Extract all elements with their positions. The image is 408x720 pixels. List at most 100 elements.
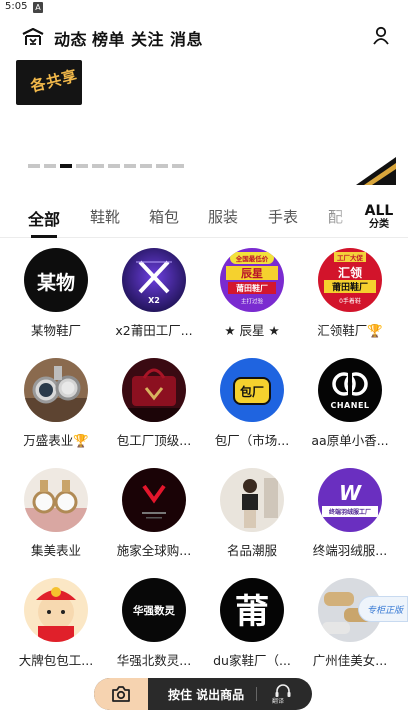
shop-name: 施家全球购... [116,543,192,558]
shop-avatar[interactable] [122,468,186,532]
avatar-text: W [339,481,362,505]
shop-avatar[interactable]: 包厂 [220,358,284,422]
all-categories-sublabel: 分类 [369,219,389,230]
shop-avatar[interactable] [24,578,88,642]
shop-name: 万盛表业🏆 [23,433,89,448]
category-tabs: 全部 鞋靴 箱包 服装 手表 配 ALL 分类 [0,200,408,238]
top-navigation: 动态 榜单 关注 消息 [0,24,408,50]
shop-item[interactable]: 华强数灵 华强北数灵... [104,576,200,676]
category-tab-clothing[interactable]: 服装 [208,206,238,227]
shop-name: 终端羽绒服... [312,543,388,558]
voice-divider [256,687,257,701]
shop-avatar[interactable] [220,468,284,532]
shop-name: 华强北数灵... [116,653,192,668]
avatar-foot-text: 主打过验 [241,297,264,305]
tab-rankings[interactable]: 榜单 [92,26,125,50]
avatar-top-text: 全国最低价 [235,254,269,263]
avatar-text: 华强数灵 [133,604,175,617]
shop-name: 包厂（市场... [214,433,290,448]
shop-item[interactable]: 万盛表业🏆 [6,356,102,456]
shop-name: 集美表业 [30,543,81,558]
carousel-dot[interactable] [108,164,120,168]
category-tab-shoes[interactable]: 鞋靴 [90,206,120,227]
carousel-dot[interactable] [92,164,104,168]
carousel-dot-active[interactable] [60,164,72,168]
category-fade [318,200,358,236]
shop-item[interactable]: 大牌包包工... [6,576,102,676]
shop-avatar[interactable] [24,468,88,532]
shop-item[interactable]: X2 x2莆田工厂... [104,246,200,346]
carousel-dot[interactable] [156,164,168,168]
status-time: 5:05 [5,1,28,12]
shop-item[interactable]: 全国最低价 辰星 莆田鞋厂 主打过验 ★ 辰星 ★ [202,246,298,346]
shop-item[interactable]: 包厂 包厂（市场... [202,356,298,456]
tab-feed[interactable]: 动态 [54,26,87,50]
shop-item[interactable]: CHANEL aa原单小香... [300,356,396,456]
avatar-text: 莆 [235,592,269,632]
shop-item[interactable]: 施家全球购... [104,466,200,566]
shop-avatar[interactable]: 某物 [24,248,88,312]
shop-item[interactable]: 工厂大促 汇领 莆田鞋厂 0手着鞋 汇领鞋厂🏆 [300,246,396,346]
camera-icon [112,686,130,702]
avatar-top-text: 工厂大促 [337,253,364,262]
status-notification-icon: A [33,2,43,13]
shop-item[interactable]: 包工厂顶级... [104,356,200,456]
avatar-sub-text: 终端羽绒服工厂 [328,508,371,516]
shop-avatar[interactable]: CHANEL [318,358,382,422]
shop-item[interactable]: 名品潮服 [202,466,298,566]
carousel-dot[interactable] [140,164,152,168]
shop-item[interactable]: 广州佳美女... [300,576,396,676]
floating-badge[interactable]: 专柜正版 [358,596,408,622]
shop-avatar[interactable]: 工厂大促 汇领 莆田鞋厂 0手着鞋 [318,248,382,312]
avatar-text: X2 [148,296,160,305]
shop-avatar[interactable] [24,358,88,422]
banner-next-slide-image[interactable] [356,157,396,185]
shop-name: 汇领鞋厂🏆 [317,323,383,338]
banner-slide-image[interactable]: 各共享 [16,60,82,105]
all-categories-label: ALL [364,203,394,219]
shop-name: x2莆田工厂... [115,323,193,338]
shop-avatar[interactable]: 全国最低价 辰星 莆田鞋厂 主打过验 [220,248,284,312]
person-icon[interactable] [372,26,390,46]
hold-to-speak-label[interactable]: 按住 说出商品 [168,686,244,703]
avatar-text: 包厂 [239,384,264,399]
status-bar: 5:05 A [0,0,408,16]
shop-item[interactable]: W 终端羽绒服工厂 终端羽绒服... [300,466,396,566]
camera-button[interactable] [94,678,148,710]
avatar-text: 某物 [37,271,75,294]
shop-avatar[interactable]: X2 [122,248,186,312]
shop-name: 广州佳美女... [312,653,388,668]
shop-item[interactable]: 莆 du家鞋厂（... [202,576,298,676]
shop-avatar[interactable]: 莆 [220,578,284,642]
avatar-text: 汇领 [338,265,362,280]
shop-avatar[interactable]: W 终端羽绒服工厂 [318,468,382,532]
category-tab-all[interactable]: 全部 [28,206,60,230]
avatar-text: 辰星 [241,267,263,280]
shop-avatar[interactable] [122,358,186,422]
carousel-dot[interactable] [76,164,88,168]
carousel-dot[interactable] [28,164,40,168]
category-tab-bags[interactable]: 箱包 [149,206,179,227]
carousel-dot[interactable] [44,164,56,168]
category-tab-watches[interactable]: 手表 [268,206,298,227]
tab-following[interactable]: 关注 [131,26,164,50]
tab-messages[interactable]: 消息 [170,26,203,50]
active-tab-indicator [31,235,57,238]
shop-item[interactable]: 某物 某物鞋厂 [6,246,102,346]
shop-name: 大牌包包工... [18,653,94,668]
shop-item[interactable]: 集美表业 [6,466,102,566]
translate-button[interactable]: 翻译 [272,683,296,705]
shop-name: 名品潮服 [226,543,277,558]
shop-avatar[interactable]: 华强数灵 [122,578,186,642]
shop-name: du家鞋厂（... [213,653,291,668]
voice-search-bar[interactable]: 按住 说出商品 翻译 [94,678,312,710]
avatar-foot-text: 0手着鞋 [339,297,361,305]
house-logo-icon[interactable] [22,28,44,46]
all-categories-button[interactable]: ALL 分类 [362,204,396,234]
floating-badge-text: 专柜正版 [367,606,404,616]
avatar-sub-text: 莆田鞋厂 [236,283,268,293]
carousel-dot[interactable] [124,164,136,168]
avatar-text: CHANEL [330,401,369,410]
carousel-dot[interactable] [172,164,184,168]
shop-name: ★ 辰星 ★ [224,323,280,338]
